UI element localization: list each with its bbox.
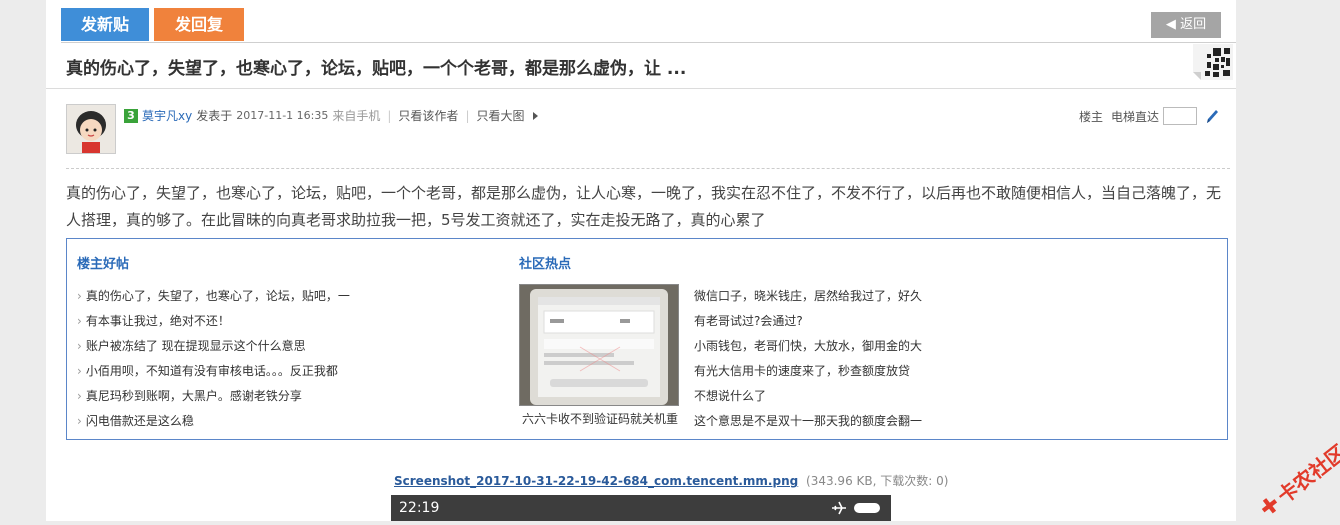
- post-date: 2017-11-1 16:35: [236, 109, 329, 122]
- only-images-link[interactable]: 只看大图: [476, 107, 524, 124]
- back-arrow-icon: ◀: [1165, 17, 1176, 32]
- phone-status-time: 22:19: [399, 500, 440, 516]
- battery-icon: [854, 503, 880, 513]
- author-link[interactable]: 莫宇凡xy: [142, 107, 192, 124]
- list-item[interactable]: 账户被冻结了 现在提现显示这个什么意思: [77, 334, 350, 359]
- avatar-image: [67, 105, 115, 153]
- author-posts-list: 真的伤心了，失望了，也寒心了，论坛，贴吧，一 有本事让我过，绝对不还！ 账户被冻…: [77, 284, 350, 434]
- list-item[interactable]: 这个意思是不是双十一那天我的额度会翻一: [694, 409, 922, 434]
- back-button[interactable]: ◀ 返回: [1151, 12, 1221, 38]
- meta-separator: |: [387, 108, 392, 123]
- airplane-icon: [832, 501, 846, 515]
- list-item[interactable]: 小佰用呗，不知道有没有审核电话。。。反正我都: [77, 359, 350, 384]
- meta-separator: |: [465, 108, 470, 123]
- elevator-label: 电梯直达: [1111, 109, 1160, 124]
- only-author-link[interactable]: 只看该作者: [398, 107, 458, 124]
- post-body: 真的伤心了，失望了，也寒心了，论坛，贴吧，一个个老哥，都是那么虚伪，让人心寒，一…: [66, 184, 1222, 229]
- list-item[interactable]: 有老哥试过?会通过?: [694, 309, 922, 334]
- reply-button[interactable]: 发回复: [154, 8, 244, 41]
- back-button-label: 返回: [1180, 17, 1207, 32]
- author-posts-title: 楼主好帖: [77, 257, 130, 272]
- floor-label: 楼主: [1079, 109, 1104, 124]
- list-item[interactable]: 有光大信用卡的速度来了，秒查额度放贷: [694, 359, 922, 384]
- floor-nav: 楼主 电梯直达: [1079, 107, 1219, 125]
- title-divider: [46, 88, 1236, 89]
- post-meta: 3 莫宇凡xy 发表于 2017-11-1 16:35 来自手机 | 只看该作者…: [124, 107, 538, 124]
- hot-topics-list: 微信口子，晓米钱庄，居然给我过了，好久 有老哥试过?会通过? 小雨钱包，老哥们快…: [694, 284, 922, 434]
- post-source: 来自手机: [332, 109, 381, 123]
- list-item[interactable]: 小雨钱包，老哥们快，大放水，御用金的大: [694, 334, 922, 359]
- thread-title: 真的伤心了，失望了，也寒心了，论坛，贴吧，一个个老哥，都是那么虚伪，让 ...: [66, 59, 687, 79]
- attached-image-preview[interactable]: 22:19: [391, 495, 891, 521]
- list-item[interactable]: 有本事让我过，绝对不还！: [77, 309, 350, 334]
- related-posts-box: 楼主好帖 真的伤心了，失望了，也寒心了，论坛，贴吧，一 有本事让我过，绝对不还！…: [66, 238, 1228, 440]
- hot-topics-title: 社区热点: [519, 257, 572, 272]
- pen-icon[interactable]: [1205, 108, 1219, 124]
- qr-code-icon[interactable]: [1193, 44, 1233, 80]
- chevron-right-icon: [532, 111, 538, 120]
- avatar[interactable]: [66, 104, 116, 154]
- list-item[interactable]: 真尼玛秒到账啊，大黑户。感谢老铁分享: [77, 384, 350, 409]
- hot-topic-thumbnail[interactable]: [519, 284, 679, 406]
- thumbnail-caption[interactable]: 六六卡收不到验证码就关机重: [519, 410, 681, 427]
- attachment-link[interactable]: Screenshot_2017-10-31-22-19-42-684_com.t…: [394, 474, 798, 488]
- watermark-text: 卡农社区: [1273, 440, 1340, 508]
- attachment: Screenshot_2017-10-31-22-19-42-684_com.t…: [394, 472, 948, 489]
- attachment-info: (343.96 KB, 下载次数: 0): [806, 474, 949, 488]
- list-item[interactable]: 真的伤心了，失望了，也寒心了，论坛，贴吧，一: [77, 284, 350, 309]
- list-item[interactable]: 闪电借款还是这么稳: [77, 409, 350, 434]
- floor-jump-input[interactable]: [1163, 107, 1198, 125]
- new-post-button[interactable]: 发新贴: [61, 8, 149, 41]
- watermark-logo: ✚ 卡农社区: [1236, 430, 1340, 522]
- phone-screenshot-image: [520, 285, 678, 405]
- toolbar-divider: [61, 42, 1236, 43]
- content-divider: [66, 168, 1230, 169]
- list-item[interactable]: 不想说什么了: [694, 384, 922, 409]
- watermark-image: ✚ 卡农社区: [1255, 440, 1340, 522]
- list-item[interactable]: 微信口子，晓米钱庄，居然给我过了，好久: [694, 284, 922, 309]
- thread-page: 发新贴 发回复 ◀ 返回 真的伤心了，失望了，也寒心了，论坛，贴吧，一个个老哥，…: [46, 0, 1236, 521]
- posted-label: 发表于: [196, 109, 233, 123]
- user-level-badge: 3: [124, 108, 138, 123]
